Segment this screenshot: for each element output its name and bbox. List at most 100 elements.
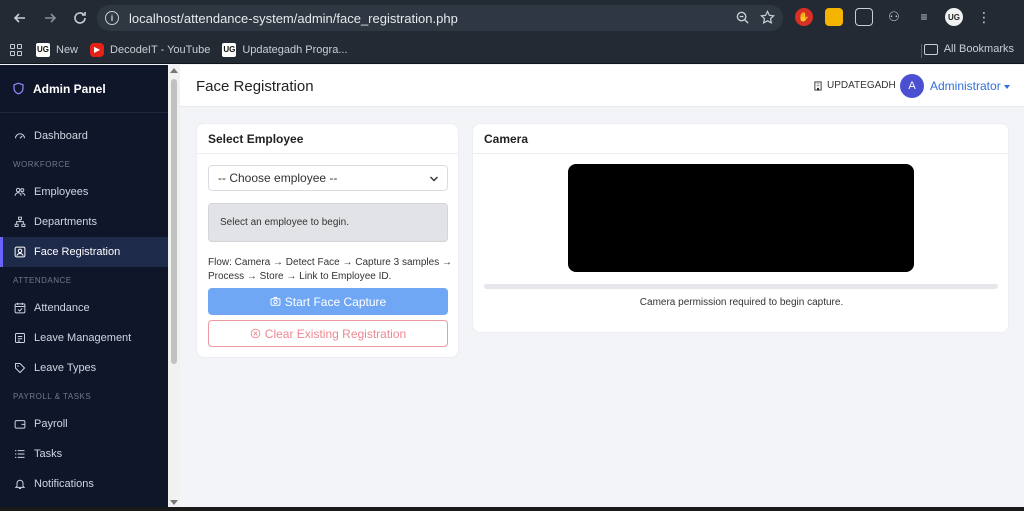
capture-progress-bar bbox=[484, 284, 998, 289]
profile-avatar[interactable]: UG bbox=[945, 8, 963, 26]
sidebar-item-label: Notifications bbox=[34, 478, 94, 490]
building-icon bbox=[814, 80, 822, 91]
youtube-favicon-icon: ▶ bbox=[90, 42, 105, 57]
avatar[interactable]: A bbox=[900, 74, 924, 98]
menu-kebab-icon[interactable]: ⋮ bbox=[975, 8, 993, 26]
page-title: Face Registration bbox=[196, 78, 314, 95]
bookmark-label: New bbox=[56, 43, 79, 56]
sidebar-item-leave-types[interactable]: Leave Types bbox=[0, 353, 168, 383]
sidebar-item-label: Payroll bbox=[34, 418, 68, 430]
brand-title: Admin Panel bbox=[33, 81, 106, 96]
scroll-up-arrow[interactable] bbox=[170, 68, 178, 73]
bookmark-new[interactable]: UG New bbox=[36, 42, 79, 57]
sidebar-item-departments[interactable]: Departments bbox=[0, 207, 168, 237]
dashboard-icon bbox=[14, 133, 26, 139]
camera-status-text: Camera permission required to begin capt… bbox=[639, 297, 844, 308]
sidebar-item-notifications[interactable]: Notifications bbox=[0, 469, 168, 499]
org-name: UPDATEGADH bbox=[827, 80, 896, 91]
reload-button[interactable] bbox=[66, 4, 94, 32]
extension-bug-icon[interactable]: ⚇ bbox=[885, 8, 903, 26]
employee-select-value: -- Choose employee -- bbox=[218, 171, 338, 185]
bookmark-label: Updategadh Progra... bbox=[242, 43, 348, 56]
ug-favicon-icon: UG bbox=[222, 42, 237, 57]
media-queue-icon[interactable]: ≡ bbox=[915, 8, 933, 26]
sidebar-item-attendance[interactable]: Attendance bbox=[0, 293, 168, 323]
page-header: Face Registration UPDATEGADH A Administr… bbox=[180, 65, 1024, 107]
url-text[interactable]: localhost/attendance-system/admin/face_r… bbox=[129, 11, 458, 26]
sidebar-section-payroll: PAYROLL & TASKS bbox=[13, 391, 92, 401]
sidebar-item-label: Employees bbox=[34, 186, 89, 198]
window-bottom-edge bbox=[0, 507, 1024, 511]
bookmarks-divider bbox=[921, 44, 922, 58]
apps-grid-icon[interactable] bbox=[10, 43, 22, 56]
bookmark-star-icon[interactable] bbox=[760, 10, 775, 25]
organization-label: UPDATEGADH bbox=[813, 80, 896, 91]
sitemap-icon bbox=[14, 216, 26, 227]
reload-icon bbox=[74, 12, 86, 24]
sidebar-item-dashboard[interactable]: Dashboard bbox=[0, 121, 168, 151]
face-id-icon bbox=[14, 246, 26, 258]
site-info-icon[interactable]: i bbox=[105, 11, 119, 25]
sidebar-item-label: Tasks bbox=[34, 448, 63, 460]
tag-icon bbox=[15, 363, 26, 374]
extension-stop-icon[interactable]: ✋ bbox=[795, 8, 813, 26]
wallet-icon bbox=[14, 420, 26, 429]
extension-color-icon[interactable] bbox=[825, 8, 843, 26]
sidebar-item-face-registration[interactable]: Face Registration bbox=[0, 237, 168, 267]
list-icon bbox=[15, 449, 25, 459]
brand[interactable]: Admin Panel bbox=[0, 65, 168, 113]
bookmark-updategadh[interactable]: UG Updategadh Progra... bbox=[222, 42, 348, 57]
flow-line-2: Process → Store → Link to Employee ID. bbox=[208, 271, 392, 282]
sidebar-item-label: Leave Management bbox=[34, 332, 132, 344]
start-face-capture-button[interactable]: Start Face Capture bbox=[208, 288, 448, 315]
select-info-box: Select an employee to begin. bbox=[208, 203, 448, 242]
all-bookmarks-button[interactable]: All Bookmarks bbox=[923, 43, 1014, 55]
bookmark-youtube[interactable]: ▶ DecodeIT - YouTube bbox=[90, 42, 211, 57]
all-bookmarks-label: All Bookmarks bbox=[943, 43, 1014, 55]
scroll-thumb[interactable] bbox=[171, 79, 177, 364]
bookmarks-bar: UG New ▶ DecodeIT - YouTube UG Updategad… bbox=[0, 36, 1024, 64]
sidebar-item-leave-management[interactable]: Leave Management bbox=[0, 323, 168, 353]
start-button-label: Start Face Capture bbox=[284, 294, 387, 309]
sidebar-item-label: Attendance bbox=[34, 302, 90, 314]
back-button[interactable] bbox=[6, 4, 34, 32]
chevron-down-icon bbox=[430, 176, 438, 182]
bell-icon bbox=[14, 479, 26, 489]
sidebar-item-employees[interactable]: Employees bbox=[0, 177, 168, 207]
calendar-check-icon bbox=[14, 302, 26, 314]
caret-down-icon bbox=[1003, 84, 1010, 89]
bookmark-label: DecodeIT - YouTube bbox=[110, 43, 211, 56]
sidebar-item-payroll[interactable]: Payroll bbox=[0, 409, 168, 439]
employee-select[interactable]: -- Choose employee -- bbox=[208, 165, 448, 191]
arrow-right-icon bbox=[45, 13, 57, 23]
select-employee-card: Select Employee -- Choose employee -- Se… bbox=[196, 123, 459, 358]
address-bar[interactable]: i localhost/attendance-system/admin/face… bbox=[97, 5, 783, 31]
people-icon bbox=[14, 187, 26, 196]
clipboard-icon bbox=[15, 333, 25, 343]
sidebar-section-attendance: ATTENDANCE bbox=[13, 275, 72, 285]
shield-icon bbox=[13, 82, 24, 95]
zoom-icon[interactable] bbox=[735, 10, 750, 25]
sidebar-item-label: Dashboard bbox=[34, 130, 88, 142]
flow-description: Flow: Camera → Detect Face → Capture 3 s… bbox=[208, 256, 452, 284]
user-name: Administrator bbox=[930, 79, 1001, 93]
ug-favicon-icon: UG bbox=[36, 42, 50, 57]
arrow-left-icon bbox=[13, 13, 25, 23]
sidebar-section-workforce: WORKFORCE bbox=[13, 159, 71, 169]
scroll-down-arrow[interactable] bbox=[170, 500, 178, 505]
clear-button-label: Clear Existing Registration bbox=[264, 326, 407, 341]
x-circle-icon bbox=[250, 328, 261, 339]
sidebar-item-label: Leave Types bbox=[34, 362, 97, 374]
clear-registration-button[interactable]: Clear Existing Registration bbox=[208, 320, 448, 347]
card-title: Select Employee bbox=[197, 124, 458, 154]
sidebar: Admin Panel Dashboard WORKFORCE Employee… bbox=[0, 65, 168, 511]
extensions-puzzle-icon[interactable] bbox=[855, 8, 873, 26]
sidebar-item-label: Departments bbox=[34, 216, 97, 228]
forward-button[interactable] bbox=[36, 4, 64, 32]
folder-icon bbox=[923, 43, 938, 55]
sidebar-scrollbar[interactable] bbox=[168, 65, 180, 511]
sidebar-item-tasks[interactable]: Tasks bbox=[0, 439, 168, 469]
user-menu[interactable]: Administrator bbox=[930, 79, 1010, 93]
browser-toolbar: i localhost/attendance-system/admin/face… bbox=[0, 0, 1024, 36]
camera-card: Camera Camera permission required to beg… bbox=[472, 123, 1009, 333]
